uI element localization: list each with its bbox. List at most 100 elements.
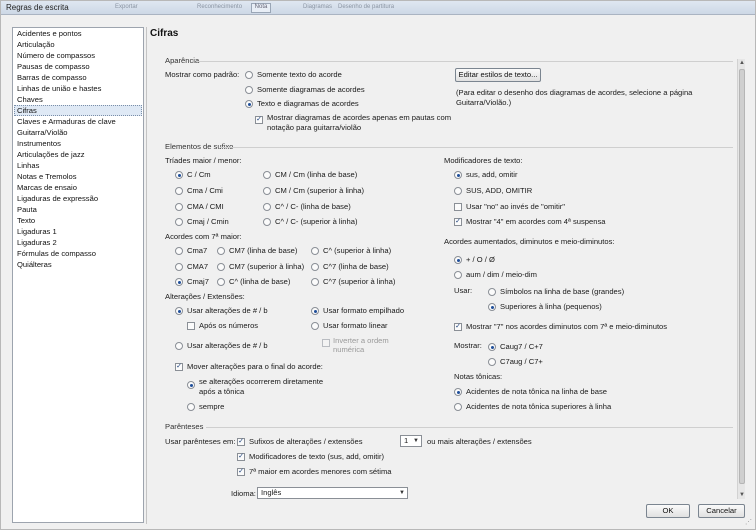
modifiers-uppercase-radio[interactable] <box>454 187 462 195</box>
category-item[interactable]: Chaves <box>17 95 43 105</box>
resize-grip-icon[interactable]: ⋰ <box>745 519 753 527</box>
category-item[interactable]: Marcas de ensaio <box>17 183 77 193</box>
language-select[interactable]: Inglês ▼ <box>257 487 408 499</box>
stacked-format-radio[interactable] <box>311 307 319 315</box>
category-item[interactable]: Claves e Armaduras de clave <box>17 117 116 127</box>
invert-order-checkbox[interactable] <box>322 339 330 347</box>
tonic-superscript-radio[interactable] <box>454 403 462 411</box>
move-after-tonic-radio[interactable] <box>187 381 195 389</box>
edit-text-styles-button[interactable]: Editar estilos de texto... <box>455 68 541 82</box>
category-item[interactable]: Ligaduras de expressão <box>17 194 98 204</box>
ghost-score-drawing: Desenho de partitura <box>338 4 395 10</box>
triad-CMA-CMI-radio[interactable] <box>175 203 183 211</box>
ok-button[interactable]: OK <box>646 504 690 518</box>
aug-symbols-label: + / O / Ø <box>466 255 495 264</box>
parentheses-group-title: Parênteses <box>165 422 204 431</box>
seventh-cmaj7-radio[interactable] <box>175 278 183 286</box>
paren-alterations-checkbox[interactable]: ✓ <box>237 438 245 446</box>
baseline-symbols-radio[interactable] <box>488 288 496 296</box>
triad-label: C^ / C- (linha de base) <box>275 202 351 211</box>
triad-caret-baseline-radio[interactable] <box>263 203 271 211</box>
category-item[interactable]: Número de compassos <box>17 51 95 61</box>
category-item[interactable]: Articulações de jazz <box>17 150 85 160</box>
seventh-CM7-baseline-radio[interactable] <box>217 247 225 255</box>
c7aug-radio[interactable] <box>488 358 496 366</box>
linear-format-radio[interactable] <box>311 322 319 330</box>
category-item[interactable]: Linhas <box>17 161 39 171</box>
paren-major-seventh-checkbox[interactable]: ✓ <box>237 468 245 476</box>
seventh-caret-baseline-radio[interactable] <box>217 278 225 286</box>
category-item[interactable]: Ligaduras 2 <box>17 238 57 248</box>
seventh-cma7-radio[interactable] <box>175 247 183 255</box>
language-label: Idioma: <box>231 489 256 498</box>
scroll-down-icon[interactable]: ▼ <box>738 491 746 499</box>
category-item[interactable]: Quiálteras <box>17 260 52 270</box>
triad-c-cm-radio[interactable] <box>175 171 183 179</box>
category-item[interactable]: Notas e Tremolos <box>17 172 77 182</box>
text-and-diagrams-label: Texto e diagramas de acordes <box>257 99 359 108</box>
text-only-radio[interactable] <box>245 71 253 79</box>
move-to-end-checkbox[interactable]: ✓ <box>175 363 183 371</box>
diagrams-only-radio[interactable] <box>245 86 253 94</box>
aug-dim-label: Acordes aumentados, diminutos e meio-dim… <box>444 237 615 246</box>
triads-label: Tríades maior / menor: <box>165 156 242 165</box>
alteration-count-select[interactable]: 1 ▼ <box>400 435 422 447</box>
move-always-label: sempre <box>199 402 225 411</box>
seventh-CMA7-radio[interactable] <box>175 263 183 271</box>
use-no-checkbox[interactable] <box>454 203 462 211</box>
category-item[interactable]: Pausas de compasso <box>17 62 90 72</box>
show-7-label: Mostrar "7" nos acordes diminutos com 7ª… <box>466 322 668 331</box>
window-title: Regras de escrita <box>6 3 69 12</box>
modifiers-lowercase-radio[interactable] <box>454 171 462 179</box>
ghost-recognition: Reconhecimento <box>197 4 243 10</box>
seventh-label: Cma7 <box>187 246 208 255</box>
superscript-symbols-radio[interactable] <box>488 303 496 311</box>
seventh-CM7-superscript-radio[interactable] <box>217 263 225 271</box>
aug-symbols-radio[interactable] <box>454 256 462 264</box>
text-and-diagrams-radio[interactable] <box>245 100 253 108</box>
category-item[interactable]: Barras de compasso <box>17 73 87 83</box>
category-item[interactable]: Fórmulas de compasso <box>17 249 96 259</box>
triad-label: CM / Cm (linha de base) <box>275 170 358 179</box>
cancel-button[interactable]: Cancelar <box>698 504 745 518</box>
scroll-up-icon[interactable]: ▲ <box>738 59 746 67</box>
category-item[interactable]: Acidentes e pontos <box>17 29 82 39</box>
vertical-scrollbar[interactable]: ▲ ▼ <box>737 59 745 499</box>
scrollbar-thumb[interactable] <box>739 69 745 484</box>
caug7-radio[interactable] <box>488 343 496 351</box>
seventh-caret7-superscript-radio[interactable] <box>311 278 319 286</box>
text-modifiers-label: Modificadores de texto: <box>444 156 523 165</box>
category-item[interactable]: Instrumentos <box>17 139 61 149</box>
default-display-label: Mostrar como padrão: <box>165 70 240 79</box>
appearance-group-line <box>198 61 733 62</box>
ghost-note-button: Nota <box>251 3 271 13</box>
chord-symbols-dialog: Regras de escrita Exportar Reconheciment… <box>0 0 756 530</box>
aug-text-radio[interactable] <box>454 271 462 279</box>
move-always-radio[interactable] <box>187 403 195 411</box>
category-item[interactable]: Ligaduras 1 <box>17 227 57 237</box>
guitar-staves-only-checkbox[interactable]: ✓ <box>255 116 263 124</box>
seventh-caret7-baseline-radio[interactable] <box>311 263 319 271</box>
category-item-selected[interactable]: Cifras <box>17 106 37 116</box>
category-item[interactable]: Linhas de união e hastes <box>17 84 101 94</box>
after-numbers-checkbox[interactable] <box>187 322 195 330</box>
use-sharp-flat-radio[interactable] <box>175 307 183 315</box>
triad-CM-superscript-radio[interactable] <box>263 187 271 195</box>
category-item[interactable]: Guitarra/Violão <box>17 128 68 138</box>
ghost-export: Exportar <box>115 4 138 10</box>
category-item[interactable]: Articulação <box>17 40 55 50</box>
category-item[interactable]: Texto <box>17 216 35 226</box>
triad-caret-superscript-radio[interactable] <box>263 218 271 226</box>
triad-cma-cmi-radio[interactable] <box>175 187 183 195</box>
show-7-checkbox[interactable]: ✓ <box>454 323 462 331</box>
triad-cmaj-cmin-radio[interactable] <box>175 218 183 226</box>
show-4-checkbox[interactable]: ✓ <box>454 218 462 226</box>
tonic-baseline-radio[interactable] <box>454 388 462 396</box>
triad-CM-baseline-radio[interactable] <box>263 171 271 179</box>
paren-modifiers-checkbox[interactable]: ✓ <box>237 453 245 461</box>
seventh-caret-superscript-radio[interactable] <box>311 247 319 255</box>
use-sharp-flat-radio-2[interactable] <box>175 342 183 350</box>
category-list[interactable]: Acidentes e pontos Articulação Número de… <box>12 27 144 523</box>
use-sharp-flat-label-2: Usar alterações de # / b <box>187 341 268 350</box>
category-item[interactable]: Pauta <box>17 205 37 215</box>
